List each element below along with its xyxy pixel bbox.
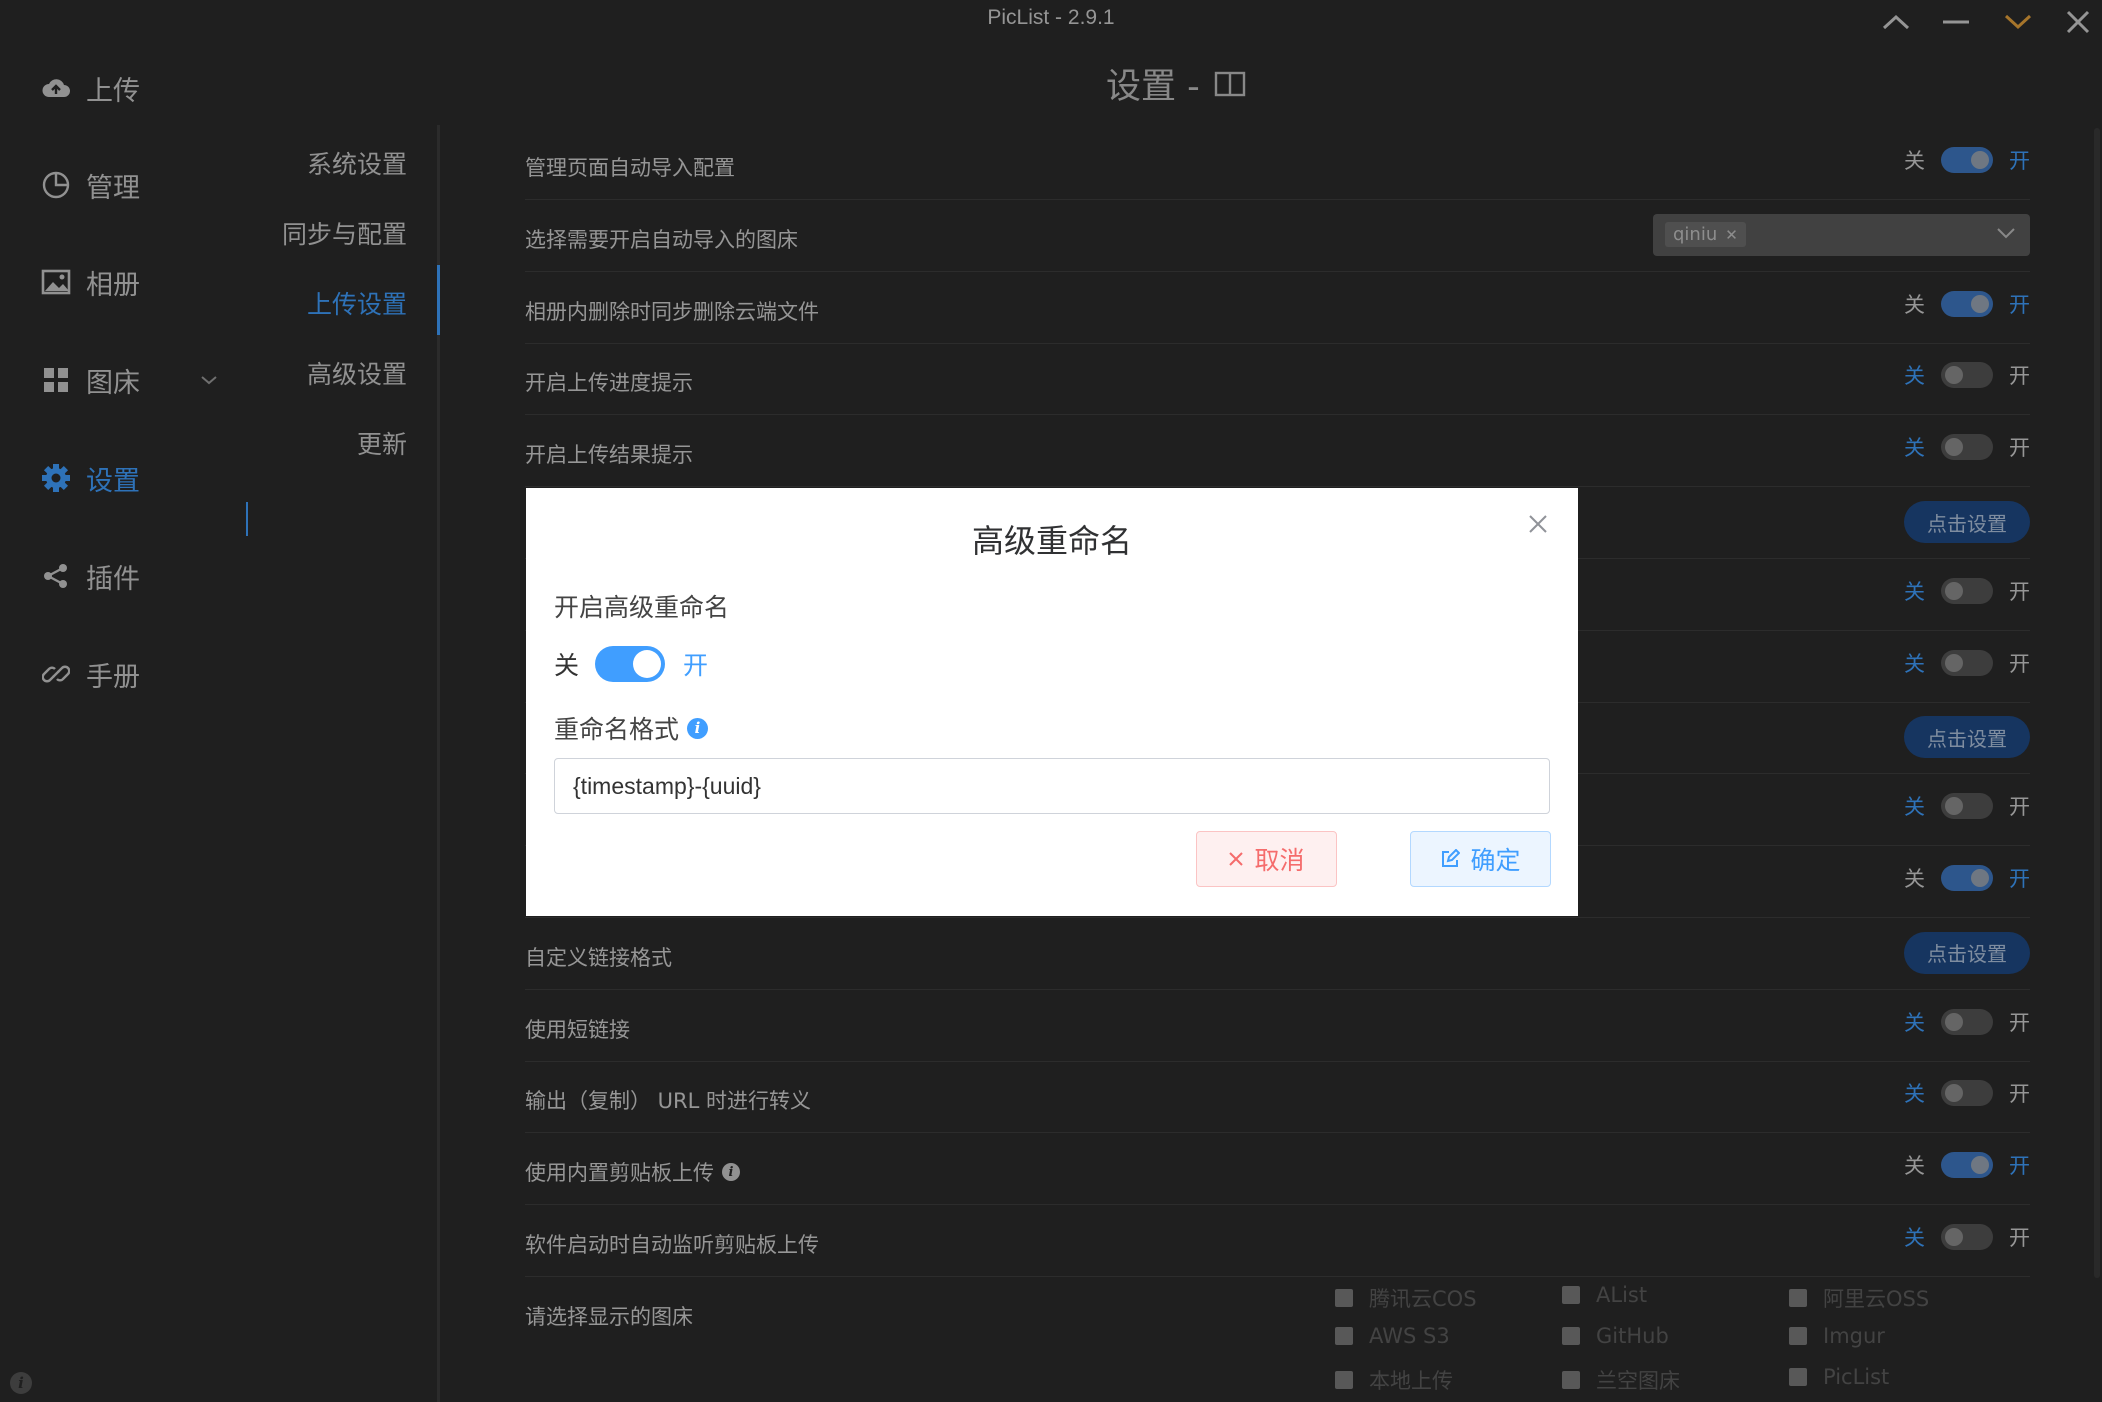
dialog-title: 高级重命名 <box>971 522 1132 560</box>
rename-format-label: 重命名格式 <box>554 715 680 744</box>
switch-off-label: 关 <box>554 651 580 680</box>
advanced-rename-dialog: 高级重命名 开启高级重命名 关 开 重命名格式 i {timestamp}-{u… <box>526 488 1578 916</box>
enable-rename-switch-group: 关 开 <box>554 646 708 682</box>
enable-rename-label: 开启高级重命名 <box>554 593 730 622</box>
dialog-close-button[interactable] <box>1528 514 1548 538</box>
cancel-button[interactable]: 取消 <box>1196 831 1337 887</box>
confirm-button[interactable]: 确定 <box>1410 831 1551 887</box>
rename-format-input[interactable]: {timestamp}-{uuid} <box>554 758 1550 814</box>
confirm-label: 确定 <box>1470 846 1521 875</box>
edit-icon <box>1440 849 1461 869</box>
close-icon <box>1228 851 1244 867</box>
cancel-label: 取消 <box>1254 846 1305 875</box>
info-icon[interactable]: i <box>687 717 709 739</box>
close-icon <box>1529 515 1547 533</box>
rename-format-label-row: 重命名格式 i <box>554 710 709 746</box>
switch-on-label: 开 <box>683 651 709 680</box>
enable-rename-switch[interactable] <box>595 646 666 682</box>
